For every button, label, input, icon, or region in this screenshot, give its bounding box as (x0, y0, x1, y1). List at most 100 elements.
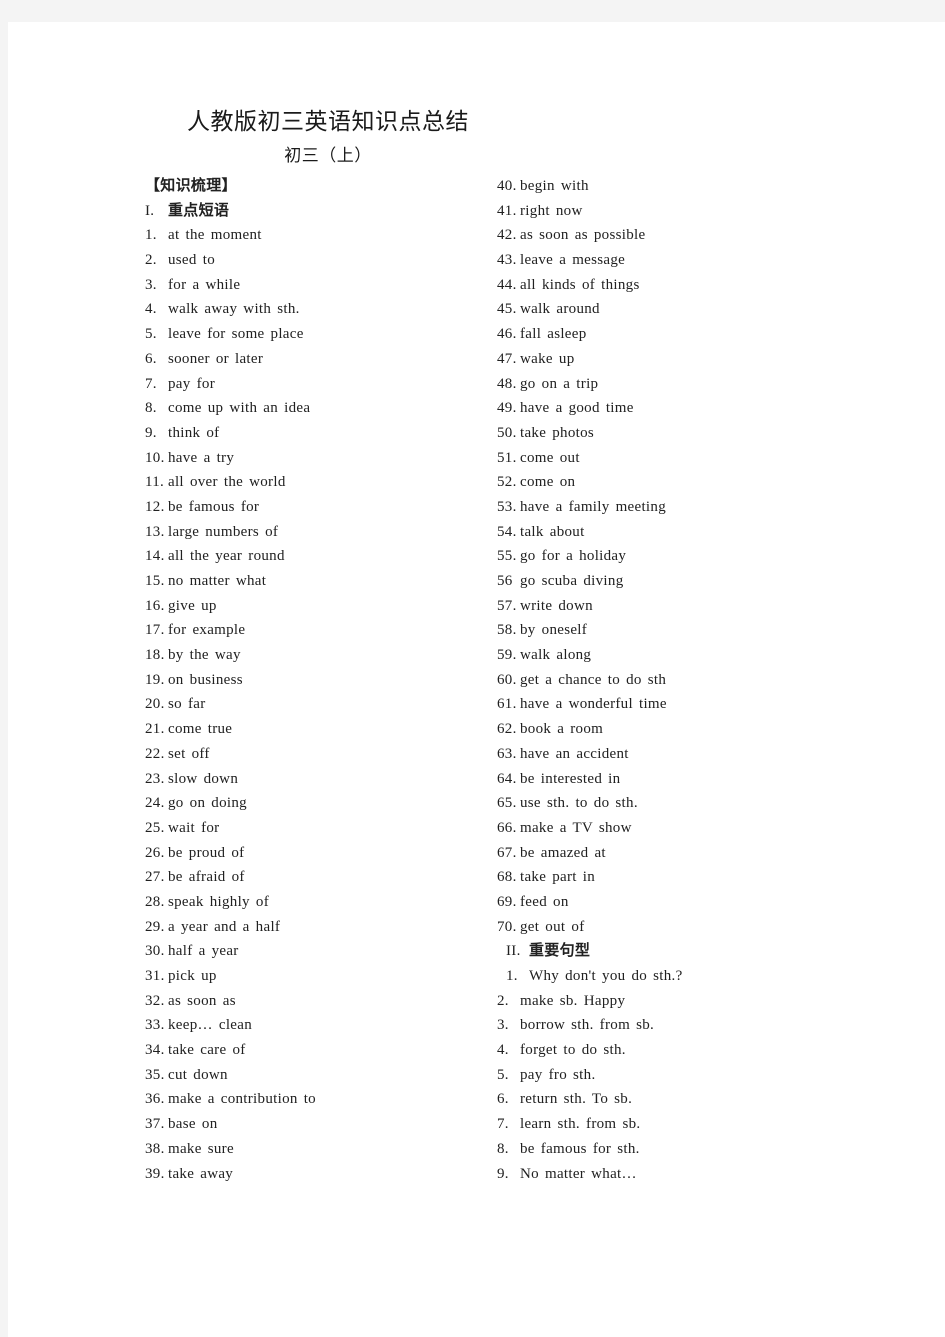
item-text: come true (168, 721, 233, 738)
item-text: for example (168, 622, 246, 639)
item-number: 9. (145, 424, 157, 441)
item-text: so far (168, 696, 206, 713)
item-number: 60. (497, 671, 517, 688)
item-text: fall asleep (520, 326, 587, 343)
item-number: 4. (145, 301, 157, 318)
phrase-list-left: 【知识梳理】 I. 重点短语 1. at the moment 2. used to 3. fo… (145, 174, 495, 1186)
item-number: 64. (497, 770, 517, 787)
item-text: be proud of (168, 844, 245, 861)
list-item: 7. learn sth. from sb. (497, 1112, 847, 1137)
list-item: 45. walk around (497, 297, 847, 322)
item-number: 24. (145, 795, 165, 812)
item-number: 5. (497, 1066, 509, 1083)
list-item: 65. use sth. to do sth. (497, 791, 847, 816)
item-number: 41. (497, 202, 517, 219)
list-item: 31. pick up (145, 964, 495, 989)
item-number: 12. (145, 498, 165, 515)
list-item: 14. all the year round (145, 544, 495, 569)
item-text: make a TV show (520, 819, 632, 836)
item-number: 63. (497, 745, 517, 762)
item-number: 61. (497, 696, 517, 713)
list-item: 70. get out of (497, 915, 847, 940)
list-item: 37. base on (145, 1112, 495, 1137)
item-text: make a contribution to (168, 1091, 316, 1108)
list-item: 8. come up with an idea (145, 396, 495, 421)
section-heading-2: II. 重要句型 (497, 939, 847, 964)
section-number: I. (145, 202, 155, 219)
item-text: set off (168, 745, 210, 762)
item-number: 2. (497, 992, 509, 1009)
list-item: 67. be amazed at (497, 841, 847, 866)
list-item: 20. so far (145, 692, 495, 717)
item-text: for a while (168, 276, 241, 293)
list-item: 38. make sure (145, 1137, 495, 1162)
item-number: 7. (497, 1116, 509, 1133)
item-text: pay fro sth. (520, 1066, 596, 1083)
item-number: 34. (145, 1042, 165, 1059)
item-text: wait for (168, 819, 220, 836)
list-item: 40. begin with (497, 174, 847, 199)
item-text: have a family meeting (520, 498, 666, 515)
item-text: take photos (520, 424, 595, 441)
item-number: 23. (145, 770, 165, 787)
item-number: 44. (497, 276, 517, 293)
item-number: 70. (497, 918, 517, 935)
list-item: 7. pay for (145, 372, 495, 397)
item-text: used to (168, 252, 216, 269)
item-number: 52. (497, 474, 517, 491)
list-item: 47. wake up (497, 347, 847, 372)
page-title: 人教版初三英语知识点总结 (187, 109, 469, 134)
item-number: 65. (497, 795, 517, 812)
item-number: 21. (145, 721, 165, 738)
item-number: 1. (506, 968, 518, 984)
item-number: 40. (497, 178, 517, 194)
page-subtitle: 初三（上） (284, 146, 372, 165)
item-number: 19. (145, 671, 165, 688)
item-text: have a try (168, 449, 235, 466)
item-text: make sure (168, 1140, 234, 1157)
item-number: 33. (145, 1017, 165, 1034)
list-item: 52. come on (497, 470, 847, 495)
item-number: 67. (497, 844, 517, 861)
item-text: No matter what… (520, 1165, 637, 1182)
list-item: 4. forget to do sth. (497, 1038, 847, 1063)
item-text: take care of (168, 1042, 246, 1059)
list-item: 33. keep… clean (145, 1013, 495, 1038)
item-text: borrow sth. from sb. (520, 1017, 655, 1034)
item-text: be amazed at (520, 844, 606, 861)
list-item: 68. take part in (497, 865, 847, 890)
item-number: 26. (145, 844, 165, 861)
item-number: 38. (145, 1140, 165, 1157)
item-text: all the year round (168, 548, 285, 565)
list-item: 48. go on a trip (497, 372, 847, 397)
item-number: 43. (497, 252, 517, 269)
item-text: make sb. Happy (520, 992, 626, 1009)
list-item: 42. as soon as possible (497, 223, 847, 248)
item-text: all over the world (168, 474, 286, 491)
list-item: 1. Why don't you do sth.? (497, 964, 847, 989)
list-item: 63. have an accident (497, 742, 847, 767)
list-item: 57. write down (497, 594, 847, 619)
item-number: 50. (497, 424, 517, 441)
list-item: 59. walk along (497, 643, 847, 668)
list-item: 55. go for a holiday (497, 544, 847, 569)
item-text: as soon as (168, 992, 236, 1009)
item-number: 20. (145, 696, 165, 713)
list-item: 30. half a year (145, 939, 495, 964)
item-number: 53. (497, 498, 517, 515)
list-item: 61. have a wonderful time (497, 692, 847, 717)
item-text: go for a holiday (520, 548, 627, 565)
item-text: walk around (520, 301, 600, 318)
item-text: go on a trip (520, 375, 599, 392)
item-text: walk away with sth. (168, 301, 300, 318)
item-number: 15. (145, 573, 165, 589)
list-item: 36. make a contribution to (145, 1087, 495, 1112)
item-number: 16. (145, 597, 165, 614)
list-item: 5. leave for some place (145, 322, 495, 347)
section-number: II. (506, 943, 521, 960)
item-number: 31. (145, 968, 165, 984)
list-item: 64. be interested in (497, 767, 847, 792)
list-item: 17. for example (145, 618, 495, 643)
item-number: 9. (497, 1165, 509, 1182)
item-text: get out of (520, 918, 585, 935)
